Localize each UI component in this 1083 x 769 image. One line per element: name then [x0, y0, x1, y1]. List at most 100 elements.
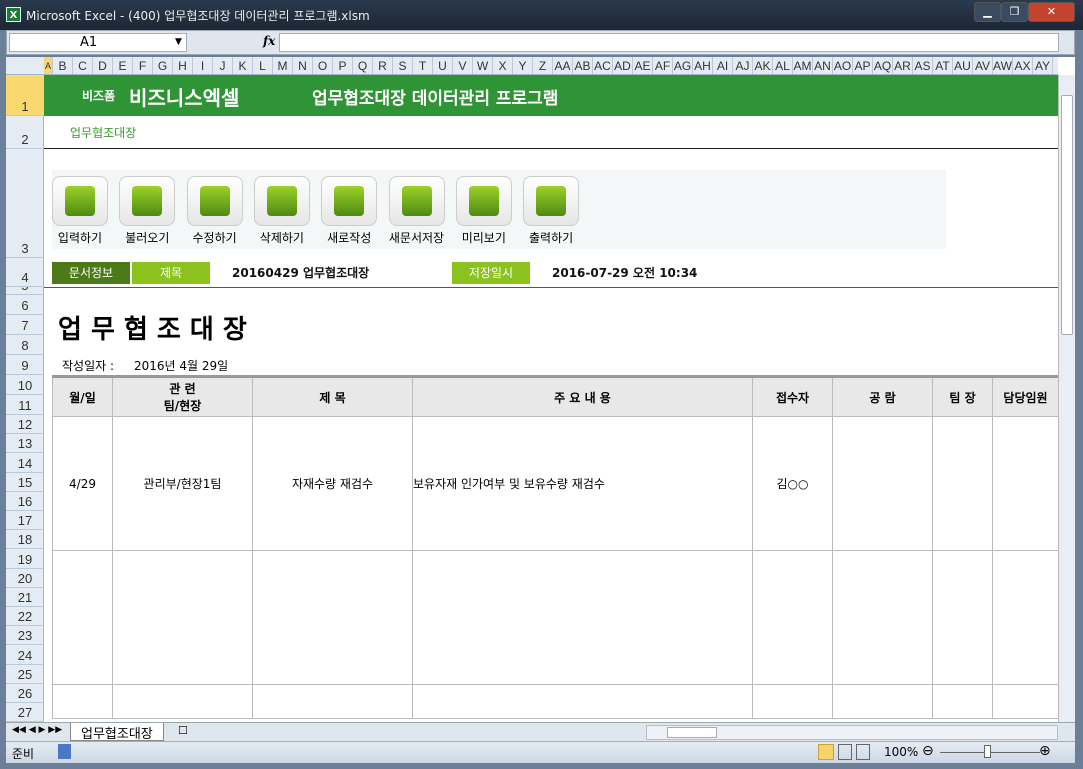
- table-cell[interactable]: [992, 684, 1059, 719]
- table-cell[interactable]: 관리부/현장1팀: [112, 416, 253, 551]
- worksheet[interactable]: A B C D E F G H I J K L M N O P Q R S T U V W X Y Z AA AB AC AD AE AF AG…: [6, 57, 1075, 722]
- vertical-scrollbar[interactable]: [1058, 75, 1075, 722]
- table-cell[interactable]: [112, 550, 253, 685]
- row-header[interactable]: 8: [6, 335, 44, 355]
- table-cell[interactable]: [752, 684, 833, 719]
- column-header[interactable]: Z: [533, 57, 553, 74]
- zoom-in-icon[interactable]: ⊕: [1039, 743, 1051, 759]
- column-header[interactable]: AK: [753, 57, 773, 74]
- row-header[interactable]: 11: [6, 395, 44, 415]
- column-header[interactable]: AU: [953, 57, 973, 74]
- table-cell[interactable]: 김○○: [752, 416, 833, 551]
- row-header[interactable]: 16: [6, 492, 44, 511]
- row-header[interactable]: 20: [6, 569, 44, 588]
- fx-icon[interactable]: fx: [263, 34, 275, 48]
- row-header[interactable]: 18: [6, 530, 44, 550]
- column-header[interactable]: AL: [773, 57, 793, 74]
- column-header[interactable]: O: [313, 57, 333, 74]
- table-cell[interactable]: [412, 684, 753, 719]
- column-header[interactable]: K: [233, 57, 253, 74]
- maximize-button[interactable]: ❐: [1001, 2, 1028, 22]
- row-header[interactable]: 19: [6, 549, 44, 569]
- zoom-out-icon[interactable]: ⊖: [922, 743, 934, 759]
- column-header[interactable]: G: [153, 57, 173, 74]
- row-headers[interactable]: 1234567891011121314151617181920212223242…: [6, 75, 44, 722]
- table-cell[interactable]: [832, 684, 933, 719]
- column-header[interactable]: W: [473, 57, 493, 74]
- horizontal-scrollbar[interactable]: [646, 725, 1058, 740]
- button-face[interactable]: [321, 176, 378, 226]
- minimize-button[interactable]: ▁: [974, 2, 1001, 22]
- row-header[interactable]: 7: [6, 315, 44, 335]
- table-cell[interactable]: [252, 684, 413, 719]
- column-header[interactable]: V: [453, 57, 473, 74]
- column-header[interactable]: M: [273, 57, 293, 74]
- table-cell[interactable]: [992, 550, 1059, 685]
- scroll-thumb[interactable]: [1061, 95, 1073, 335]
- column-header[interactable]: AB: [573, 57, 593, 74]
- row-header[interactable]: 14: [6, 453, 44, 473]
- row-header[interactable]: 6: [6, 295, 44, 315]
- row-header[interactable]: 23: [6, 626, 44, 646]
- table-cell[interactable]: [932, 550, 993, 685]
- column-header[interactable]: AM: [793, 57, 813, 74]
- button-face[interactable]: [52, 176, 108, 226]
- column-header[interactable]: AG: [673, 57, 693, 74]
- column-header[interactable]: AF: [653, 57, 673, 74]
- table-cell[interactable]: [252, 550, 413, 685]
- column-header[interactable]: S: [393, 57, 413, 74]
- row-header[interactable]: 10: [6, 375, 44, 395]
- toolbar-button-print[interactable]: 출력하기: [523, 176, 580, 246]
- row-header[interactable]: 4: [6, 258, 44, 287]
- chevron-down-icon[interactable]: ▼: [175, 34, 182, 51]
- column-header[interactable]: AO: [833, 57, 853, 74]
- row-header[interactable]: 12: [6, 415, 44, 435]
- row-header[interactable]: 25: [6, 665, 44, 684]
- table-cell[interactable]: [412, 550, 753, 685]
- table-cell[interactable]: 자재수량 재검수: [252, 416, 413, 551]
- row-header[interactable]: 2: [6, 116, 44, 149]
- page-layout-view-icon[interactable]: [838, 744, 852, 760]
- column-header[interactable]: T: [413, 57, 433, 74]
- column-header[interactable]: AA: [553, 57, 573, 74]
- toolbar-button-new-document[interactable]: 새로작성: [321, 176, 378, 246]
- toolbar-button-refresh[interactable]: 수정하기: [186, 176, 243, 246]
- page-break-view-icon[interactable]: [856, 744, 870, 760]
- row-header[interactable]: 17: [6, 511, 44, 531]
- row-header[interactable]: 26: [6, 684, 44, 703]
- macro-record-icon[interactable]: [58, 744, 71, 759]
- column-header[interactable]: Q: [353, 57, 373, 74]
- row-header[interactable]: 24: [6, 645, 44, 665]
- row-header[interactable]: 21: [6, 588, 44, 607]
- formula-input[interactable]: [279, 33, 1059, 52]
- column-header[interactable]: AP: [853, 57, 873, 74]
- column-header[interactable]: E: [113, 57, 133, 74]
- button-face[interactable]: [119, 176, 176, 226]
- button-face[interactable]: [388, 176, 445, 226]
- column-header[interactable]: A: [1053, 57, 1058, 74]
- column-header[interactable]: P: [333, 57, 353, 74]
- button-face[interactable]: [186, 176, 243, 226]
- button-face[interactable]: [253, 176, 310, 226]
- table-cell[interactable]: [832, 416, 933, 551]
- column-header[interactable]: F: [133, 57, 153, 74]
- column-header[interactable]: U: [433, 57, 453, 74]
- column-header[interactable]: I: [193, 57, 213, 74]
- toolbar-button-preview-monitor[interactable]: 미리보기: [455, 176, 512, 246]
- table-cell[interactable]: [52, 550, 113, 685]
- row-header[interactable]: 9: [6, 355, 44, 375]
- table-cell[interactable]: [932, 416, 993, 551]
- zoom-slider-handle[interactable]: [984, 745, 991, 758]
- column-header[interactable]: AT: [933, 57, 953, 74]
- close-button[interactable]: ✕: [1028, 2, 1075, 22]
- column-header[interactable]: AJ: [733, 57, 753, 74]
- toolbar-button-load[interactable]: 불러오기: [119, 176, 176, 246]
- row-header[interactable]: 5: [6, 287, 44, 295]
- column-header[interactable]: J: [213, 57, 233, 74]
- column-header[interactable]: AV: [973, 57, 993, 74]
- column-headers[interactable]: A B C D E F G H I J K L M N O P Q R S T U V W X Y Z AA AB AC AD AE AF AG…: [6, 57, 1058, 75]
- column-header[interactable]: AS: [913, 57, 933, 74]
- column-header[interactable]: L: [253, 57, 273, 74]
- column-header[interactable]: AN: [813, 57, 833, 74]
- column-header[interactable]: AW: [993, 57, 1013, 74]
